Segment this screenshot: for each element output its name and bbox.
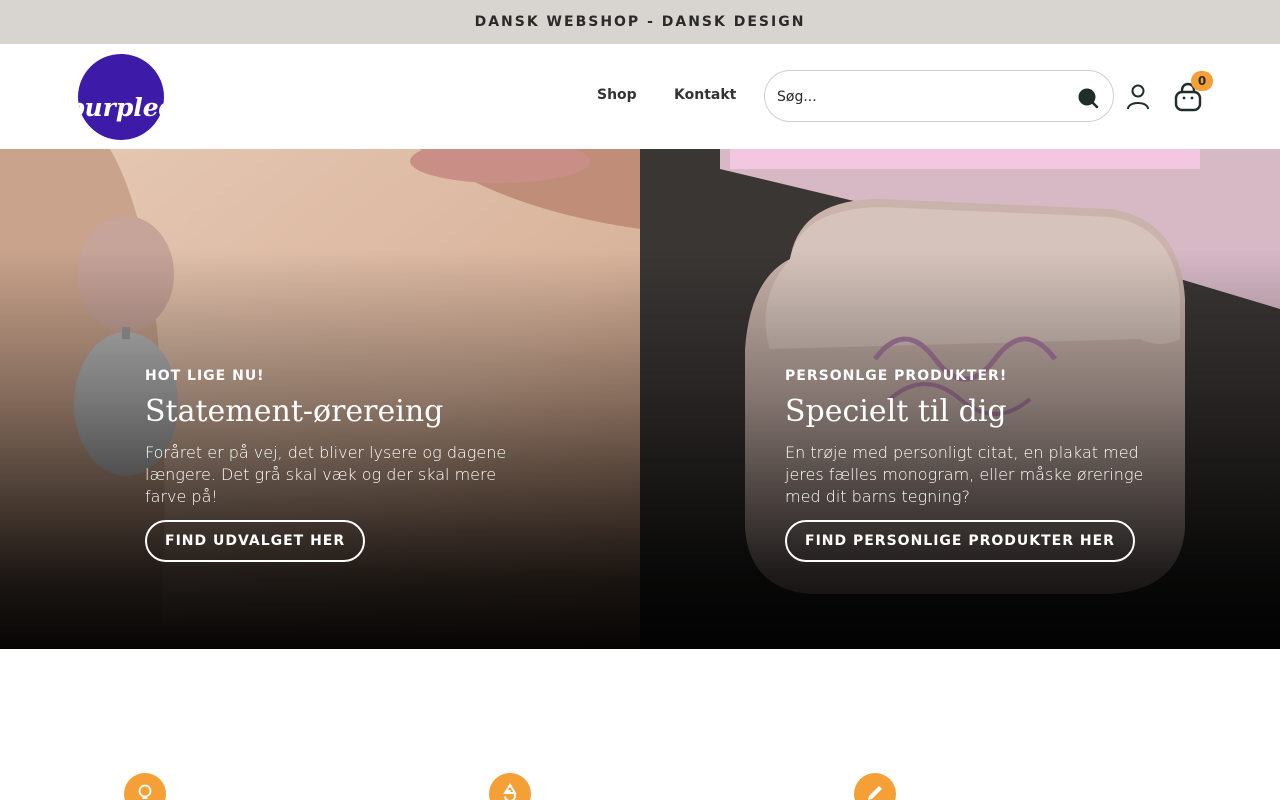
- announcement-bar: DANSK WEBSHOP - DANSK DESIGN: [0, 0, 1280, 44]
- search-icon[interactable]: [1077, 87, 1099, 109]
- search-box: [764, 70, 1114, 122]
- recycle-icon: [489, 773, 531, 800]
- hero-title: Statement-ørereing: [145, 394, 444, 429]
- hero-eyebrow: HOT LIGE NU!: [145, 368, 265, 384]
- hero-banner-personal[interactable]: PERSONLGE PRODUKTER! Specielt til dig En…: [640, 149, 1280, 649]
- account-icon[interactable]: [1126, 84, 1150, 110]
- find-personal-products-button[interactable]: FIND PERSONLIGE PRODUKTER HER: [785, 520, 1135, 562]
- nav-shop[interactable]: Shop: [597, 87, 637, 103]
- hero-content-earrings: HOT LIGE NU! Statement-ørereing Foråret …: [145, 368, 515, 562]
- lightbulb-icon: [124, 773, 166, 800]
- hero-description: Foråret er på vej, det bliver lysere og …: [145, 443, 507, 506]
- cart-count-badge: 0: [1191, 71, 1213, 91]
- hero-description: En trøje med personligt citat, en plakat…: [785, 443, 1144, 506]
- hero-content-personal: PERSONLGE PRODUKTER! Specielt til dig En…: [785, 368, 1155, 562]
- find-selection-button[interactable]: FIND UDVALGET HER: [145, 520, 366, 562]
- hero-banner-earrings[interactable]: HOT LIGE NU! Statement-ørereing Foråret …: [0, 149, 640, 649]
- hero-eyebrow: PERSONLGE PRODUKTER!: [785, 368, 1008, 384]
- search-input[interactable]: [777, 83, 1067, 111]
- announcement-text: DANSK WEBSHOP - DANSK DESIGN: [474, 14, 806, 30]
- purpledot-logo[interactable]: purpledot: [64, 54, 186, 140]
- logo-text: purpledot: [67, 93, 186, 122]
- pencil-icon: [854, 773, 896, 800]
- hero-title: Specielt til dig: [785, 394, 1007, 429]
- nav-contact[interactable]: Kontakt: [674, 87, 736, 103]
- site-header: purpledot Shop Kontakt 0: [0, 44, 1280, 149]
